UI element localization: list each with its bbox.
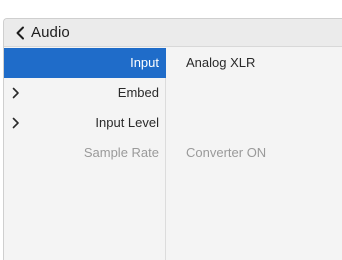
page-title: Audio: [31, 24, 70, 41]
panel-header: Audio: [4, 19, 342, 47]
menu-item-label: Input Level: [95, 115, 159, 130]
menu-item-embed[interactable]: Embed: [4, 78, 166, 108]
screen: Audio Input Embed Input Level Sample Rat…: [0, 0, 342, 260]
menu-item-input[interactable]: Input: [4, 48, 166, 78]
value-row-embed: [166, 78, 342, 108]
value-row-input-level: [166, 108, 342, 138]
menu-item-label: Sample Rate: [83, 145, 159, 160]
menu-item-label: Input: [130, 55, 159, 70]
settings-values: Analog XLR Converter ON: [166, 48, 342, 260]
menu-item-input-level[interactable]: Input Level: [4, 108, 166, 138]
settings-menu: Input Embed Input Level Sample Rate: [4, 48, 166, 260]
menu-item-sample-rate: Sample Rate: [4, 138, 166, 168]
chevron-left-icon[interactable]: [13, 25, 27, 41]
sample-rate-value: Converter ON: [186, 145, 267, 160]
value-row-sample-rate: Converter ON: [166, 138, 342, 168]
audio-settings-panel: Audio Input Embed Input Level Sample Rat…: [3, 18, 342, 260]
menu-item-label: Embed: [117, 85, 159, 100]
chevron-right-icon: [11, 116, 21, 130]
chevron-right-icon: [11, 86, 21, 100]
input-value: Analog XLR: [186, 55, 256, 70]
value-row-input[interactable]: Analog XLR: [166, 48, 342, 78]
